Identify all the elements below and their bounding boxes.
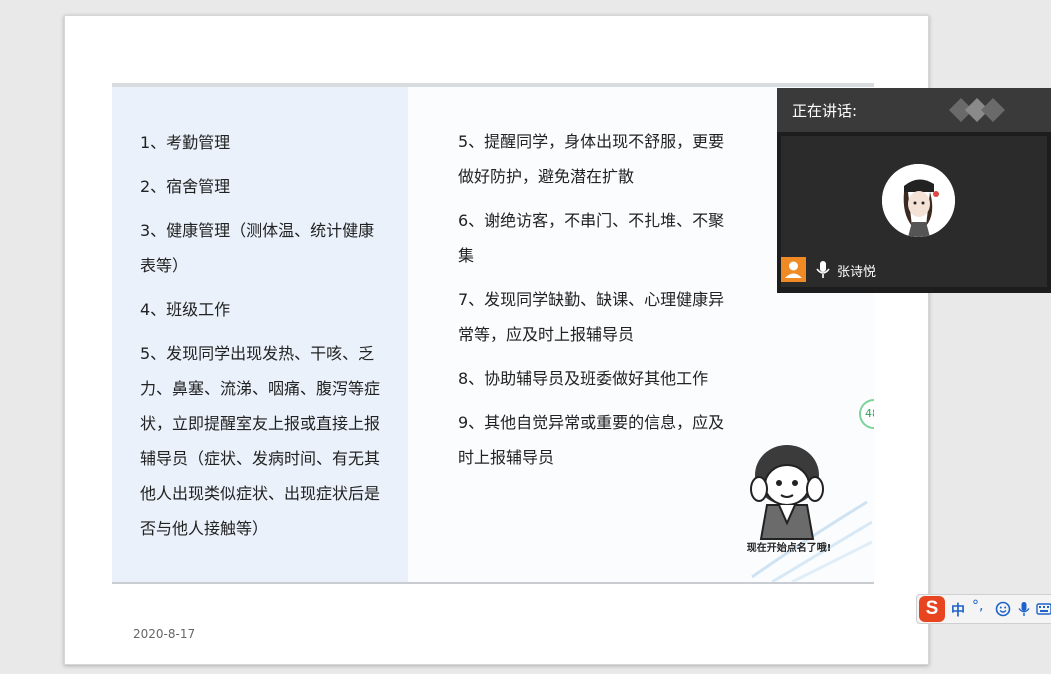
user-avatar-icon: [882, 164, 955, 237]
list-item: 2、宿舍管理: [140, 177, 231, 196]
speaker-panel-header: 正在讲话:: [777, 88, 1051, 132]
list-item: 7、发现同学缺勤、缺课、心理健康异常等，应及时上报辅导员: [458, 290, 725, 344]
list-item: 6、谢绝访客，不串门、不扎堆、不聚集: [458, 211, 725, 265]
cartoon-caption: 现在开始点名了哦!: [746, 543, 832, 554]
page-badge: 48: [859, 399, 874, 429]
user-icon: [781, 257, 806, 282]
speaker-panel-title: 正在讲话:: [792, 102, 858, 120]
list-item: 1、考勤管理: [140, 133, 231, 152]
list-item: 5、发现同学出现发热、干咳、乏力、鼻塞、流涕、咽痛、腹泻等症状，立即提醒室友上报…: [140, 344, 381, 538]
mic-icon[interactable]: [1016, 601, 1032, 617]
microphone-icon: [816, 261, 830, 278]
slide-image: 1、考勤管理 2、宿舍管理 3、健康管理（测体温、统计健康表等） 4、班级工作 …: [112, 83, 874, 584]
ime-mode-toggle[interactable]: 中: [951, 600, 965, 620]
speaker-name: 张诗悦: [837, 265, 877, 280]
ime-logo-icon[interactable]: S: [919, 596, 945, 622]
speaker-panel[interactable]: 正在讲话: 张诗悦: [777, 88, 1051, 293]
app-logo-icon: [949, 98, 1005, 122]
list-item: 4、班级工作: [140, 300, 231, 319]
left-list: 1、考勤管理 2、宿舍管理 3、健康管理（测体温、统计健康表等） 4、班级工作 …: [140, 125, 380, 555]
page-date: 2020-8-17: [133, 627, 196, 641]
list-item: 5、提醒同学，身体出现不舒服，更要做好防护，避免潜在扩散: [458, 132, 725, 186]
keyboard-icon[interactable]: [1036, 601, 1051, 617]
list-item: 3、健康管理（测体温、统计健康表等）: [140, 221, 375, 275]
emoji-icon[interactable]: [995, 601, 1011, 617]
list-item: 8、协助辅导员及班委做好其他工作: [458, 369, 709, 388]
ime-punctuation-toggle[interactable]: °,: [972, 598, 983, 614]
right-list: 5、提醒同学，身体出现不舒服，更要做好防护，避免潜在扩散 6、谢绝访客，不串门、…: [458, 124, 738, 484]
ime-toolbar[interactable]: S 中 °,: [916, 594, 1051, 624]
avatar: [882, 164, 955, 237]
list-item: 9、其他自觉异常或重要的信息，应及时上报辅导员: [458, 413, 725, 467]
